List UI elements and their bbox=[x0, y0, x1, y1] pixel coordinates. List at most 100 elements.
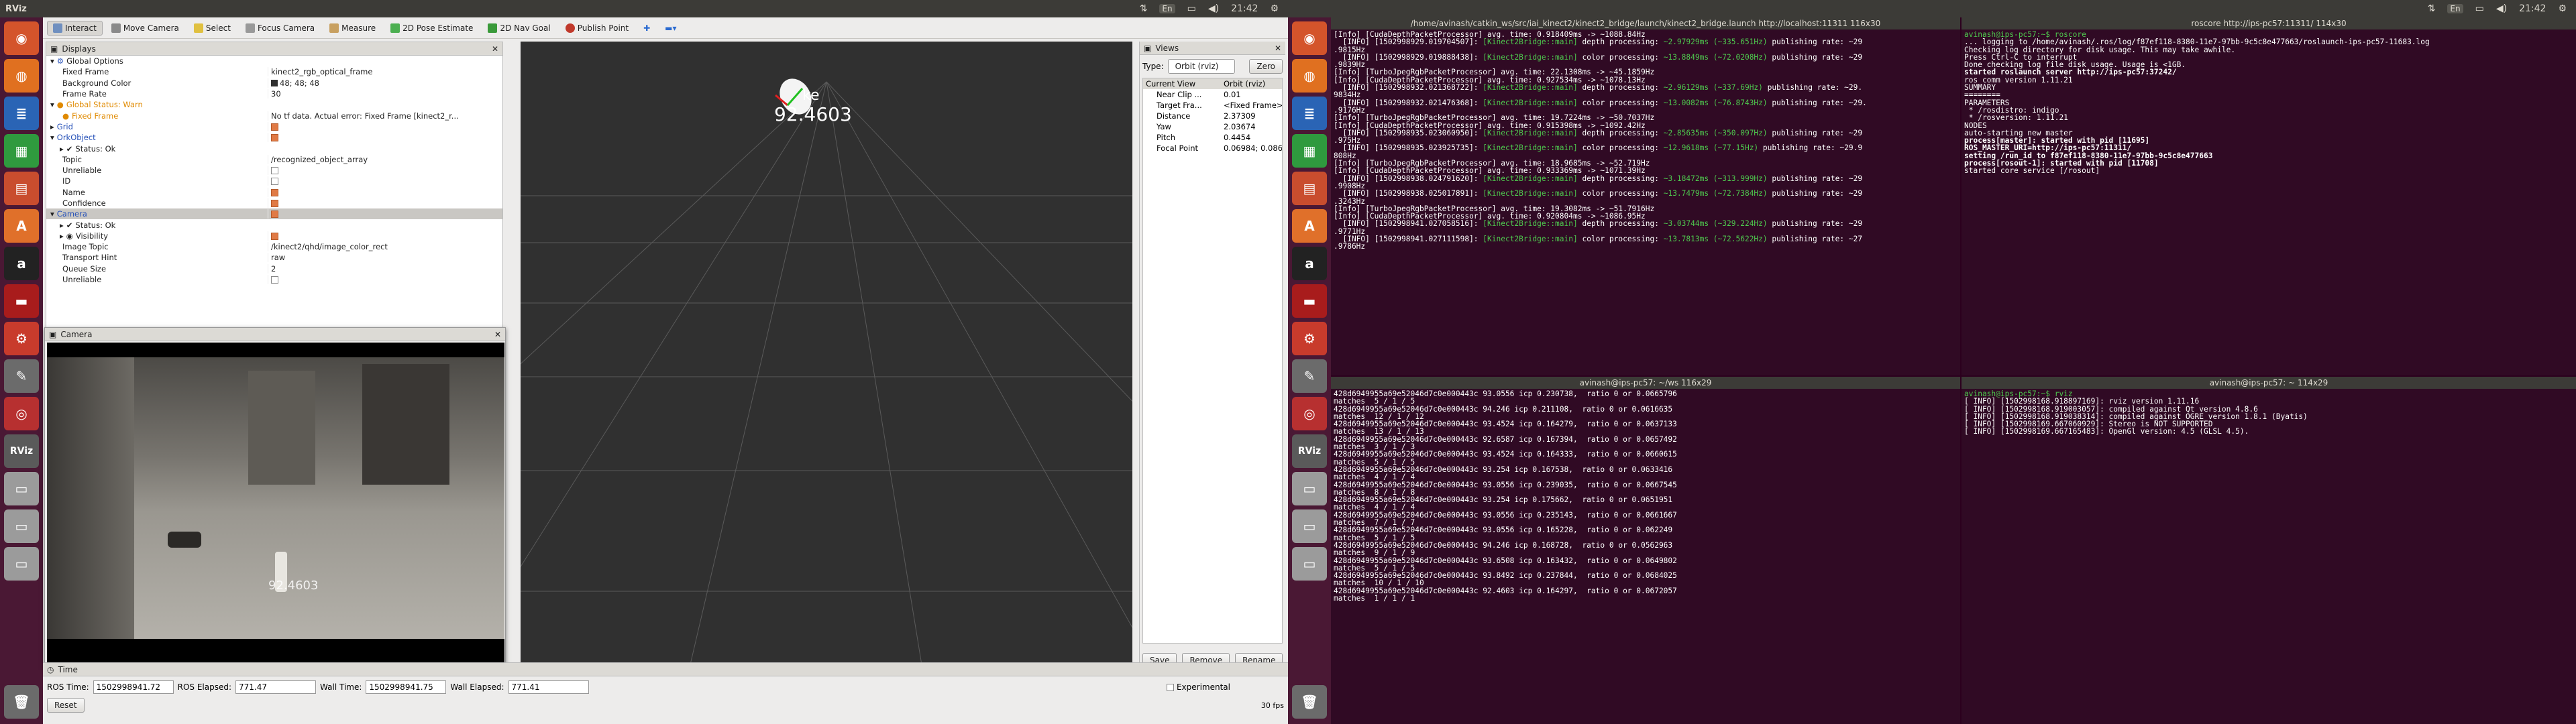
display-row[interactable]: ▾ ⚙ Global Options bbox=[46, 56, 502, 66]
tool-publish-point[interactable]: Publish Point bbox=[559, 21, 635, 36]
display-checkbox[interactable] bbox=[271, 178, 278, 186]
battery-icon[interactable]: ▭ bbox=[1187, 3, 1196, 14]
display-checkbox[interactable] bbox=[271, 123, 278, 131]
chevron-down-icon[interactable]: ▾ bbox=[50, 209, 54, 219]
display-row[interactable]: Image Topic/kinect2/qhd/image_color_rect bbox=[46, 241, 502, 252]
view-property-row[interactable]: Focal Point0.06984; 0.08633... bbox=[1143, 143, 1282, 154]
drive-icon[interactable]: ▭ bbox=[1292, 472, 1327, 505]
display-row[interactable]: Confidence bbox=[46, 198, 502, 208]
display-row[interactable]: ▸ Grid bbox=[46, 121, 502, 132]
calc-icon[interactable]: ▦ bbox=[1292, 134, 1327, 168]
view-property-row[interactable]: Target Fra... <Fixed Frame> bbox=[1143, 100, 1282, 111]
display-checkbox[interactable] bbox=[271, 167, 278, 175]
tool-select[interactable]: Select bbox=[188, 21, 237, 36]
reset-button[interactable]: Reset bbox=[47, 698, 85, 713]
rviz-icon[interactable]: RViz bbox=[4, 434, 39, 468]
terminal-ws[interactable]: avinash@ips-pc57: ~/ws 116x29 428d694995… bbox=[1331, 377, 1960, 724]
display-row[interactable]: Frame Rate 30 bbox=[46, 88, 502, 99]
view-property-row[interactable]: Near Clip ... 0.01 bbox=[1143, 89, 1282, 100]
drive-icon[interactable]: ▭ bbox=[4, 547, 39, 581]
software-center-icon[interactable]: A bbox=[1292, 209, 1327, 243]
battery-icon[interactable]: ▭ bbox=[2475, 3, 2484, 14]
clock[interactable]: 21:42 bbox=[1231, 3, 1258, 14]
close-icon[interactable]: ✕ bbox=[1275, 44, 1285, 53]
view-property-row[interactable]: Pitch 0.4454 bbox=[1143, 132, 1282, 143]
ubuntu-dash-icon[interactable]: ◉ bbox=[4, 21, 39, 55]
rviz-icon[interactable]: RViz bbox=[1292, 434, 1327, 468]
ubuntu-dash-icon[interactable]: ◉ bbox=[1292, 21, 1327, 55]
display-row[interactable]: Queue Size 2 bbox=[46, 263, 502, 274]
terminal-roscore[interactable]: roscore http://ips-pc57:11311/ 114x30 av… bbox=[1962, 17, 2576, 375]
tool-2d-nav-goal[interactable]: 2D Nav Goal bbox=[482, 21, 556, 36]
display-row[interactable]: Background Color 48; 48; 48 bbox=[46, 78, 502, 88]
tool-focus-camera[interactable]: Focus Camera bbox=[239, 21, 321, 36]
chevron-right-icon[interactable]: ▸ bbox=[60, 144, 64, 154]
chevron-down-icon[interactable]: ▾ bbox=[50, 100, 54, 109]
writer-icon[interactable]: ≣ bbox=[1292, 97, 1327, 130]
chevron-down-icon[interactable]: ▾ bbox=[50, 133, 54, 142]
view-properties[interactable]: Current View Orbit (rviz) Near Clip ... 0.… bbox=[1142, 78, 1283, 644]
display-row[interactable]: ID bbox=[46, 176, 502, 186]
screenshot-icon[interactable]: ◎ bbox=[4, 397, 39, 430]
experimental-checkbox[interactable] bbox=[1166, 683, 1174, 691]
system-settings-icon[interactable]: ⚙ bbox=[1292, 322, 1327, 355]
software-center-icon[interactable]: A bbox=[4, 209, 39, 243]
drive-icon[interactable]: ▭ bbox=[1292, 509, 1327, 543]
amazon-icon[interactable]: a bbox=[4, 247, 39, 280]
keyboard-layout-indicator[interactable]: En bbox=[2447, 4, 2463, 13]
chevron-right-icon[interactable]: ▸ bbox=[60, 221, 64, 230]
chevron-down-icon[interactable]: ▾ bbox=[50, 56, 54, 66]
tool-measure[interactable]: Measure bbox=[323, 21, 382, 36]
ros-elapsed-field[interactable]: 771.47 bbox=[235, 680, 317, 694]
writer-icon[interactable]: ≣ bbox=[4, 97, 39, 130]
view-type-select[interactable]: Orbit (rviz) bbox=[1167, 59, 1235, 74]
terminal-kinect2-bridge[interactable]: /home/avinash/catkin_ws/src/iai_kinect2/… bbox=[1331, 17, 1960, 375]
tool-move-camera[interactable]: Move Camera bbox=[105, 21, 185, 36]
tool-2d-pose-estimate[interactable]: 2D Pose Estimate bbox=[384, 21, 479, 36]
display-row[interactable]: ▸ ✔ Status: Ok bbox=[46, 219, 502, 230]
terminal-icon[interactable]: ▬ bbox=[4, 284, 39, 318]
terminal-rviz[interactable]: avinash@ips-pc57: ~ 114x29 avinash@ips-p… bbox=[1962, 377, 2576, 724]
display-row[interactable]: ▾ ● Global Status: Warn bbox=[46, 99, 502, 110]
drive-icon[interactable]: ▭ bbox=[1292, 547, 1327, 581]
camera-view[interactable]: 92.4603 bbox=[47, 343, 504, 667]
volume-icon[interactable]: ◀) bbox=[1208, 3, 1219, 14]
display-row[interactable]: Transport Hint raw bbox=[46, 252, 502, 263]
firefox-icon[interactable]: ◍ bbox=[1292, 59, 1327, 93]
display-row[interactable]: ▾ OrkObject bbox=[46, 132, 502, 143]
trash-icon[interactable]: 🗑 bbox=[1292, 685, 1327, 719]
tool-add[interactable]: ✚ bbox=[637, 21, 656, 36]
keyboard-layout-indicator[interactable]: En bbox=[1159, 4, 1175, 13]
impress-icon[interactable]: ▤ bbox=[4, 172, 39, 205]
view-property-row[interactable]: Yaw 2.03674 bbox=[1143, 121, 1282, 132]
tool-remove[interactable]: ▬▾ bbox=[659, 21, 682, 36]
close-icon[interactable]: ✕ bbox=[492, 44, 502, 54]
display-row[interactable]: Topic/recognized_object_array bbox=[46, 154, 502, 165]
view-property-row[interactable]: Distance 2.37309 bbox=[1143, 111, 1282, 121]
display-row[interactable]: ● Fixed Frame No tf data. Actual error: Fi… bbox=[46, 110, 502, 121]
display-row[interactable]: Fixed Frame kinect2_rgb_optical_frame bbox=[46, 66, 502, 77]
wall-time-field[interactable]: 1502998941.75 bbox=[366, 680, 447, 694]
drive-icon[interactable]: ▭ bbox=[4, 472, 39, 505]
chevron-right-icon[interactable]: ▸ bbox=[50, 122, 54, 131]
ros-time-field[interactable]: 1502998941.72 bbox=[93, 680, 174, 694]
amazon-icon[interactable]: a bbox=[1292, 247, 1327, 280]
display-row[interactable]: ▸ ◉ Visibility bbox=[46, 231, 502, 241]
chevron-right-icon[interactable]: ▸ bbox=[60, 231, 64, 241]
displays-tree[interactable]: ▾ ⚙ Global Options Fixed Frame kinect2_rgb_… bbox=[46, 56, 502, 285]
volume-icon[interactable]: ◀) bbox=[2496, 3, 2507, 14]
close-icon[interactable]: ✕ bbox=[494, 330, 505, 339]
text-editor-icon[interactable]: ✎ bbox=[4, 359, 39, 393]
screenshot-icon[interactable]: ◎ bbox=[1292, 397, 1327, 430]
wall-elapsed-field[interactable]: 771.41 bbox=[508, 680, 589, 694]
text-editor-icon[interactable]: ✎ bbox=[1292, 359, 1327, 393]
display-checkbox[interactable] bbox=[271, 276, 278, 284]
calc-icon[interactable]: ▦ bbox=[4, 134, 39, 168]
display-checkbox[interactable] bbox=[271, 210, 278, 219]
display-row[interactable]: Name bbox=[46, 187, 502, 198]
tool-interact[interactable]: Interact bbox=[47, 20, 103, 36]
system-settings-icon[interactable]: ⚙ bbox=[4, 322, 39, 355]
settings-gear-icon[interactable]: ⚙ bbox=[1270, 3, 1279, 14]
display-checkbox[interactable] bbox=[271, 200, 278, 207]
display-row[interactable]: Unreliable bbox=[46, 274, 502, 285]
